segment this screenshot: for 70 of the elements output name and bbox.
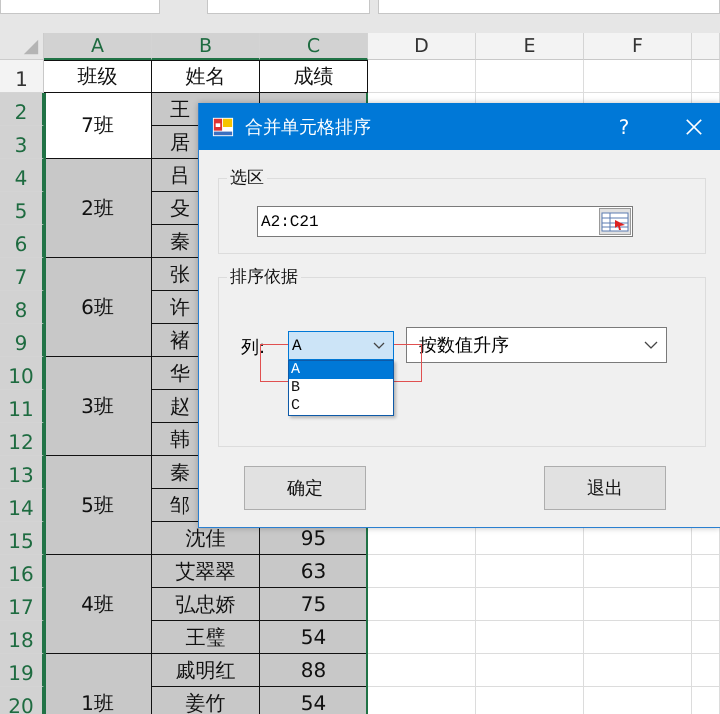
- row-header[interactable]: 10: [0, 357, 44, 390]
- row-header[interactable]: 18: [0, 621, 44, 654]
- merged-cell: 1班: [44, 654, 152, 714]
- dialog-button[interactable]: 确定: [244, 466, 366, 510]
- row-header[interactable]: 20: [0, 687, 44, 714]
- table-cell: 88: [260, 654, 368, 687]
- row-header[interactable]: 16: [0, 555, 44, 588]
- dialog-button[interactable]: 退出: [544, 466, 666, 510]
- row-header[interactable]: 6: [0, 225, 44, 258]
- help-button[interactable]: ?: [604, 114, 644, 138]
- chevron-down-icon: [644, 341, 658, 349]
- dropdown-option[interactable]: A: [289, 361, 393, 379]
- table-cell: 54: [260, 687, 368, 714]
- app-icon: [212, 116, 234, 138]
- close-icon: [685, 118, 703, 136]
- triangle-icon: [22, 38, 40, 56]
- table-cell: 戚明红: [152, 654, 260, 687]
- grid-arrow-icon: [601, 212, 629, 232]
- row-header[interactable]: 5: [0, 192, 44, 225]
- merged-cell: 5班: [44, 456, 152, 555]
- merged-cell: 7班: [44, 93, 152, 159]
- column-header[interactable]: E: [476, 33, 584, 60]
- range-picker-button[interactable]: [599, 208, 631, 235]
- column-header[interactable]: A: [44, 33, 152, 60]
- row-header[interactable]: 7: [0, 258, 44, 291]
- row-header[interactable]: 3: [0, 126, 44, 159]
- merged-cell: 2班: [44, 159, 152, 258]
- select-all-corner[interactable]: [0, 33, 44, 60]
- formula-field[interactable]: [378, 0, 720, 14]
- empty-cell: [692, 654, 720, 687]
- table-cell: 班级: [44, 60, 152, 93]
- row-header[interactable]: 12: [0, 423, 44, 456]
- empty-cell: [692, 555, 720, 588]
- row-header[interactable]: 17: [0, 588, 44, 621]
- row-header[interactable]: 14: [0, 489, 44, 522]
- table-cell: 成绩: [260, 60, 368, 93]
- empty-cell: [692, 621, 720, 654]
- row-header[interactable]: 1: [0, 60, 44, 93]
- column-header[interactable]: D: [368, 33, 476, 60]
- table-cell: 75: [260, 588, 368, 621]
- name-box[interactable]: [0, 0, 160, 14]
- merged-cell: 6班: [44, 258, 152, 357]
- table-cell: 艾翠翠: [152, 555, 260, 588]
- row-header[interactable]: 2: [0, 93, 44, 126]
- column-header[interactable]: B: [152, 33, 260, 60]
- order-dropdown[interactable]: 按数值升序: [406, 327, 667, 363]
- column-header[interactable]: [692, 33, 720, 60]
- row-header[interactable]: 15: [0, 522, 44, 555]
- row-header[interactable]: 9: [0, 324, 44, 357]
- chevron-down-icon: [373, 342, 385, 350]
- dropdown-option[interactable]: B: [289, 379, 393, 397]
- table-cell: 王璧: [152, 621, 260, 654]
- row-header[interactable]: 13: [0, 456, 44, 489]
- merged-cell: 3班: [44, 357, 152, 456]
- table-cell: 弘忠娇: [152, 588, 260, 621]
- column-header[interactable]: F: [584, 33, 692, 60]
- row-header[interactable]: 19: [0, 654, 44, 687]
- range-field[interactable]: A2:C21: [257, 206, 633, 237]
- table-cell: 姜竹: [152, 687, 260, 714]
- dropdown-option[interactable]: C: [289, 397, 393, 415]
- empty-cell: [692, 588, 720, 621]
- row-header[interactable]: 8: [0, 291, 44, 324]
- column-header[interactable]: C: [260, 33, 368, 60]
- merged-cell: 4班: [44, 555, 152, 654]
- column-dropdown[interactable]: A: [288, 331, 394, 360]
- row-header[interactable]: 11: [0, 390, 44, 423]
- row-header[interactable]: 4: [0, 159, 44, 192]
- table-cell: 姓名: [152, 60, 260, 93]
- table-cell: 54: [260, 621, 368, 654]
- table-cell: 63: [260, 555, 368, 588]
